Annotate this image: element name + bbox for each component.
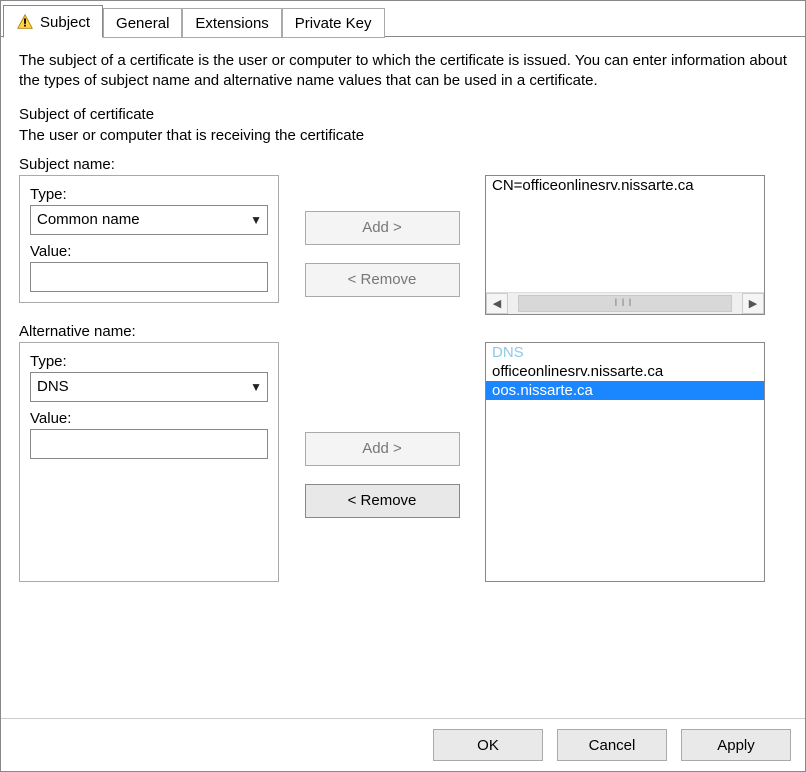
certificate-properties-dialog: Subject General Extensions Private Key T…: [0, 0, 806, 772]
tab-private-key-label: Private Key: [295, 15, 372, 32]
subject-value-input[interactable]: [30, 262, 268, 292]
scroll-right-arrow-icon[interactable]: ▶: [742, 293, 764, 314]
horizontal-scrollbar[interactable]: ◀ III ▶: [486, 292, 764, 314]
subject-type-label: Type:: [30, 186, 268, 203]
subject-value-label: Value:: [30, 243, 268, 260]
alternative-name-row: Type: DNS ▼ Value: Add > < Remove: [19, 342, 787, 582]
tab-extensions-label: Extensions: [195, 15, 268, 32]
tab-panel-subject: The subject of a certificate is the user…: [1, 36, 805, 718]
subject-name-label: Subject name:: [19, 156, 787, 173]
subject-name-panel: Type: Common name ▼ Value:: [19, 175, 279, 303]
ok-button[interactable]: OK: [433, 729, 543, 761]
tab-private-key[interactable]: Private Key: [282, 8, 385, 38]
subject-remove-button[interactable]: < Remove: [305, 263, 460, 297]
tab-strip: Subject General Extensions Private Key: [1, 1, 805, 37]
tab-general[interactable]: General: [103, 8, 182, 38]
list-item[interactable]: officeonlinesrv.nissarte.ca: [486, 362, 764, 381]
subject-add-button[interactable]: Add >: [305, 211, 460, 245]
alternative-name-listbox[interactable]: DNS officeonlinesrv.nissarte.ca oos.niss…: [485, 342, 765, 582]
apply-button[interactable]: Apply: [681, 729, 791, 761]
subject-type-select[interactable]: Common name: [30, 205, 268, 235]
tab-general-label: General: [116, 15, 169, 32]
tab-subject[interactable]: Subject: [3, 5, 103, 38]
subject-of-certificate-sub: The user or computer that is receiving t…: [19, 127, 787, 144]
alt-value-input[interactable]: [30, 429, 268, 459]
subject-name-buttons: Add > < Remove: [287, 175, 477, 297]
alt-value-label: Value:: [30, 410, 268, 427]
subject-name-listbox[interactable]: CN=officeonlinesrv.nissarte.ca ◀ III ▶: [485, 175, 765, 315]
alternative-name-panel: Type: DNS ▼ Value:: [19, 342, 279, 582]
list-header: DNS: [486, 343, 764, 362]
scroll-track[interactable]: III: [508, 293, 742, 314]
alt-type-select[interactable]: DNS: [30, 372, 268, 402]
subject-of-certificate-heading: Subject of certificate: [19, 106, 787, 123]
warning-icon: [16, 13, 34, 31]
alt-remove-button[interactable]: < Remove: [305, 484, 460, 518]
cancel-button[interactable]: Cancel: [557, 729, 667, 761]
scroll-left-arrow-icon[interactable]: ◀: [486, 293, 508, 314]
alternative-name-buttons: Add > < Remove: [287, 342, 477, 518]
alt-add-button[interactable]: Add >: [305, 432, 460, 466]
list-item[interactable]: CN=officeonlinesrv.nissarte.ca: [486, 176, 764, 195]
alt-type-label: Type:: [30, 353, 268, 370]
dialog-footer: OK Cancel Apply: [1, 718, 805, 771]
subject-name-row: Type: Common name ▼ Value: Add > < Remov…: [19, 175, 787, 315]
alternative-name-label: Alternative name:: [19, 323, 787, 340]
subject-description: The subject of a certificate is the user…: [19, 51, 787, 92]
tab-extensions[interactable]: Extensions: [182, 8, 281, 38]
tab-subject-label: Subject: [40, 14, 90, 31]
list-item[interactable]: oos.nissarte.ca: [486, 381, 764, 400]
